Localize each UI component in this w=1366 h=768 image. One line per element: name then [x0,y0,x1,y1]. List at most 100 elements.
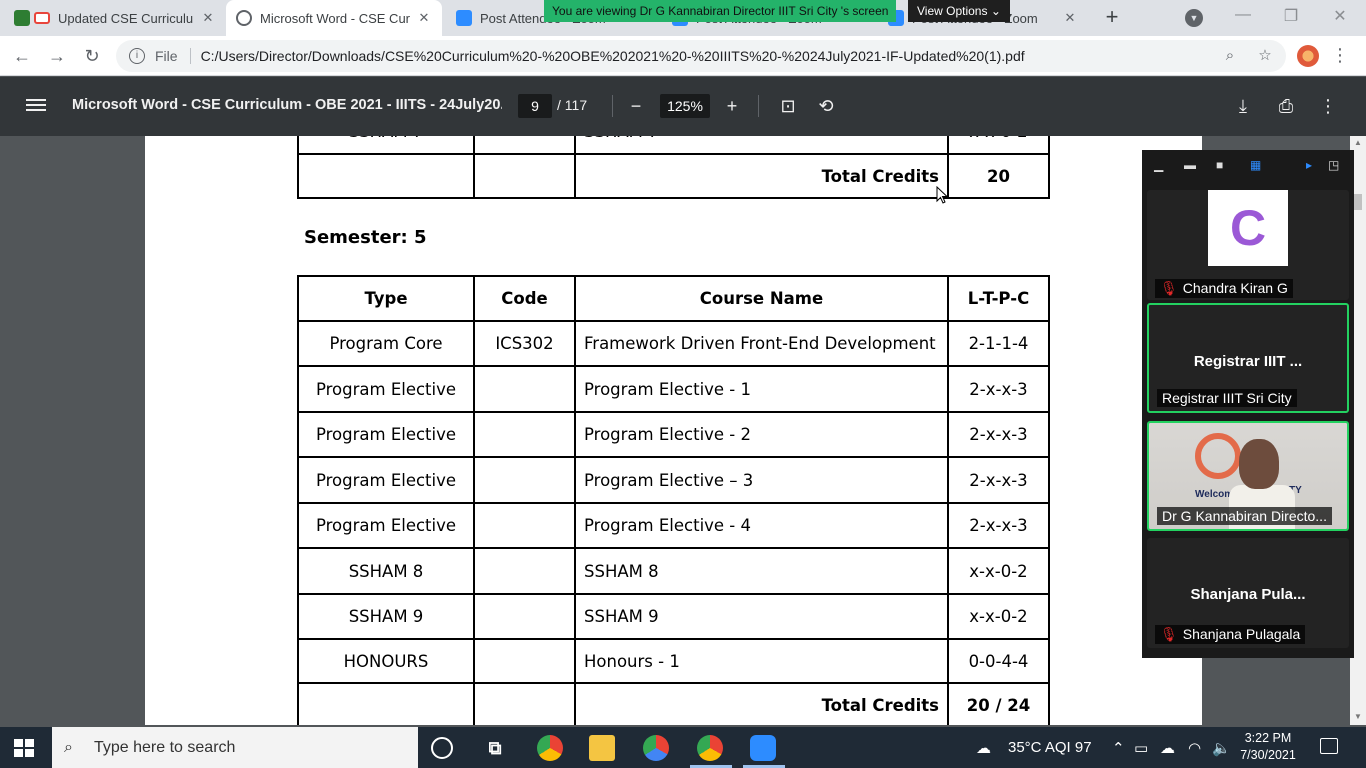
thumbnail-view-icon[interactable]: ■ [1216,158,1223,172]
course-type: Program Elective [297,365,475,413]
semester-5-table: Type Code Course Name L-T-P-C Program Co… [297,275,1050,725]
view-options-button[interactable]: View Options ⌄ [908,0,1010,22]
wifi-icon[interactable]: ◠ [1188,739,1201,757]
table-cell: x-x-0-2 [947,136,1050,155]
print-icon[interactable]: ⎙ [1274,95,1298,119]
course-type: Program Elective [297,456,475,504]
pdf-more-icon[interactable]: ⋮ [1316,95,1340,119]
course-ltpc: 0-0-4-4 [947,638,1050,684]
notification-center-icon[interactable] [1320,738,1338,754]
table-row: SSHAM 9 SSHAM 9 x-x-0-2 [297,593,1050,640]
column-header-course-name: Course Name [574,275,949,322]
download-icon[interactable]: ⤓ [1231,95,1255,119]
zoom-level-input[interactable]: 125% [660,94,710,118]
table-cell [473,136,576,155]
table-cell [473,153,576,199]
zoom-in-icon[interactable]: + [720,95,744,119]
close-icon[interactable]: ✕ [416,10,432,26]
participant-label: 🎙 Chandra Kiran G [1155,279,1293,298]
cloud-sync-icon[interactable]: ☁ [1160,739,1175,757]
tab-label: Updated CSE Curriculum [58,10,194,26]
weather-text[interactable]: 35°C AQI 97 [1008,739,1092,756]
reload-icon[interactable]: ↻ [80,44,104,68]
fit-page-icon[interactable]: ⊡ [776,95,800,119]
scroll-down-arrow-icon[interactable]: ▼ [1353,712,1363,721]
url-text[interactable]: C:/Users/Director/Downloads/CSE%20Curric… [201,48,1025,64]
bookmark-star-icon[interactable]: ☆ [1255,46,1275,66]
volume-icon[interactable]: 🔈 [1212,739,1231,757]
close-icon[interactable]: ✕ [1062,10,1078,26]
zoom-app-icon[interactable] [750,735,776,761]
speaker-view-icon[interactable]: ▬ [1184,158,1196,172]
forward-arrow-icon[interactable]: → [45,44,69,68]
minimize-icon[interactable]: — [1228,6,1258,24]
scroll-up-arrow-icon[interactable]: ▲ [1353,138,1363,147]
course-code: ICS302 [473,320,576,367]
tab-updated-curriculum[interactable]: Updated CSE Curriculum ✕ [4,0,226,36]
course-ltpc: 2-x-x-3 [947,411,1050,458]
table-row: Program Elective Program Elective - 1 2-… [297,365,1050,413]
gallery-view-icon[interactable]: ▦ [1250,158,1261,172]
file-explorer-icon[interactable] [589,735,615,761]
close-window-icon[interactable]: ✕ [1325,6,1355,26]
course-name: Framework Driven Front-End Development [574,320,949,367]
chevron-up-icon[interactable]: ⌃ [1112,739,1125,757]
battery-icon[interactable]: ▭ [1134,739,1148,757]
course-type: Program Core [297,320,475,367]
course-code [473,365,576,413]
chrome-icon[interactable] [537,735,563,761]
new-tab-button[interactable]: + [1100,6,1124,30]
cortana-icon[interactable] [431,737,453,759]
participant-name: Registrar IIIT Sri City [1157,389,1297,407]
table-cell [473,682,576,725]
course-name: Honours - 1 [574,638,949,684]
system-clock[interactable]: 3:22 PM 7/30/2021 [1240,730,1296,764]
chevron-down-icon: ⌄ [990,4,1001,18]
chrome-active-icon[interactable] [697,735,723,761]
hamburger-menu-icon[interactable] [26,96,46,116]
tab-label: Microsoft Word - CSE Curr [260,10,410,26]
rotate-icon[interactable]: ⟲ [814,95,838,119]
participant-tile[interactable]: Registrar IIIT ... Registrar IIIT Sri Ci… [1147,303,1349,413]
participant-tile[interactable]: C 🎙 Chandra Kiran G [1147,190,1349,300]
zoom-magnifier-icon[interactable]: ⌕ [1220,46,1240,66]
zoom-icon [456,10,472,26]
table-row: Program Elective Program Elective - 2 2-… [297,411,1050,458]
chrome-profile-icon[interactable] [643,735,669,761]
participant-tile-video[interactable]: Welcome CITY Dr G Kannabiran Directo... [1147,421,1349,531]
exit-panel-icon[interactable]: ◳ [1328,158,1339,172]
clock-date: 7/30/2021 [1240,748,1296,762]
info-icon[interactable]: i [129,48,145,64]
zoom-out-icon[interactable]: − [624,95,648,119]
tab-search-icon[interactable]: ▼ [1185,9,1203,27]
view-options-label: View Options [917,4,988,18]
windows-taskbar: ⌕ Type here to search ⧉ ☁ 35°C AQI 97 ⌃ … [0,727,1366,768]
course-name: Program Elective – 3 [574,456,949,504]
globe-icon [236,10,252,26]
table-cell: SSHAM 7 [297,136,475,155]
next-page-icon[interactable]: ▸ [1306,158,1312,172]
course-ltpc: x-x-0-2 [947,547,1050,595]
participant-name: Shanjana Pulagala [1182,626,1301,642]
participant-tile[interactable]: Shanjana Pula... 🎙 Shanjana Pulagala [1147,538,1349,648]
table-cell [297,153,475,199]
participant-name: Dr G Kannabiran Directo... [1157,507,1332,525]
course-code [473,547,576,595]
task-view-icon[interactable]: ⧉ [482,735,508,761]
tab-microsoft-word[interactable]: Microsoft Word - CSE Curr ✕ [226,0,442,36]
profile-avatar[interactable] [1297,45,1319,67]
scrollbar-thumb[interactable] [1354,194,1362,210]
browser-menu-icon[interactable]: ⋮ [1330,45,1350,65]
windows-start-icon[interactable] [14,739,34,757]
minimize-panel-icon[interactable]: ▁ [1154,158,1163,172]
gmail-icon [34,12,50,24]
taskbar-search-box[interactable]: ⌕ Type here to search [52,727,418,768]
address-bar[interactable]: i File C:/Users/Director/Downloads/CSE%2… [116,40,1286,72]
weather-icon[interactable]: ☁ [976,739,991,757]
restore-icon[interactable]: ❐ [1276,6,1306,26]
url-scheme: File [155,48,191,64]
page-number-input[interactable]: 9 [518,94,552,118]
close-icon[interactable]: ✕ [200,10,216,26]
back-arrow-icon[interactable]: ← [10,44,34,68]
course-code [473,502,576,549]
